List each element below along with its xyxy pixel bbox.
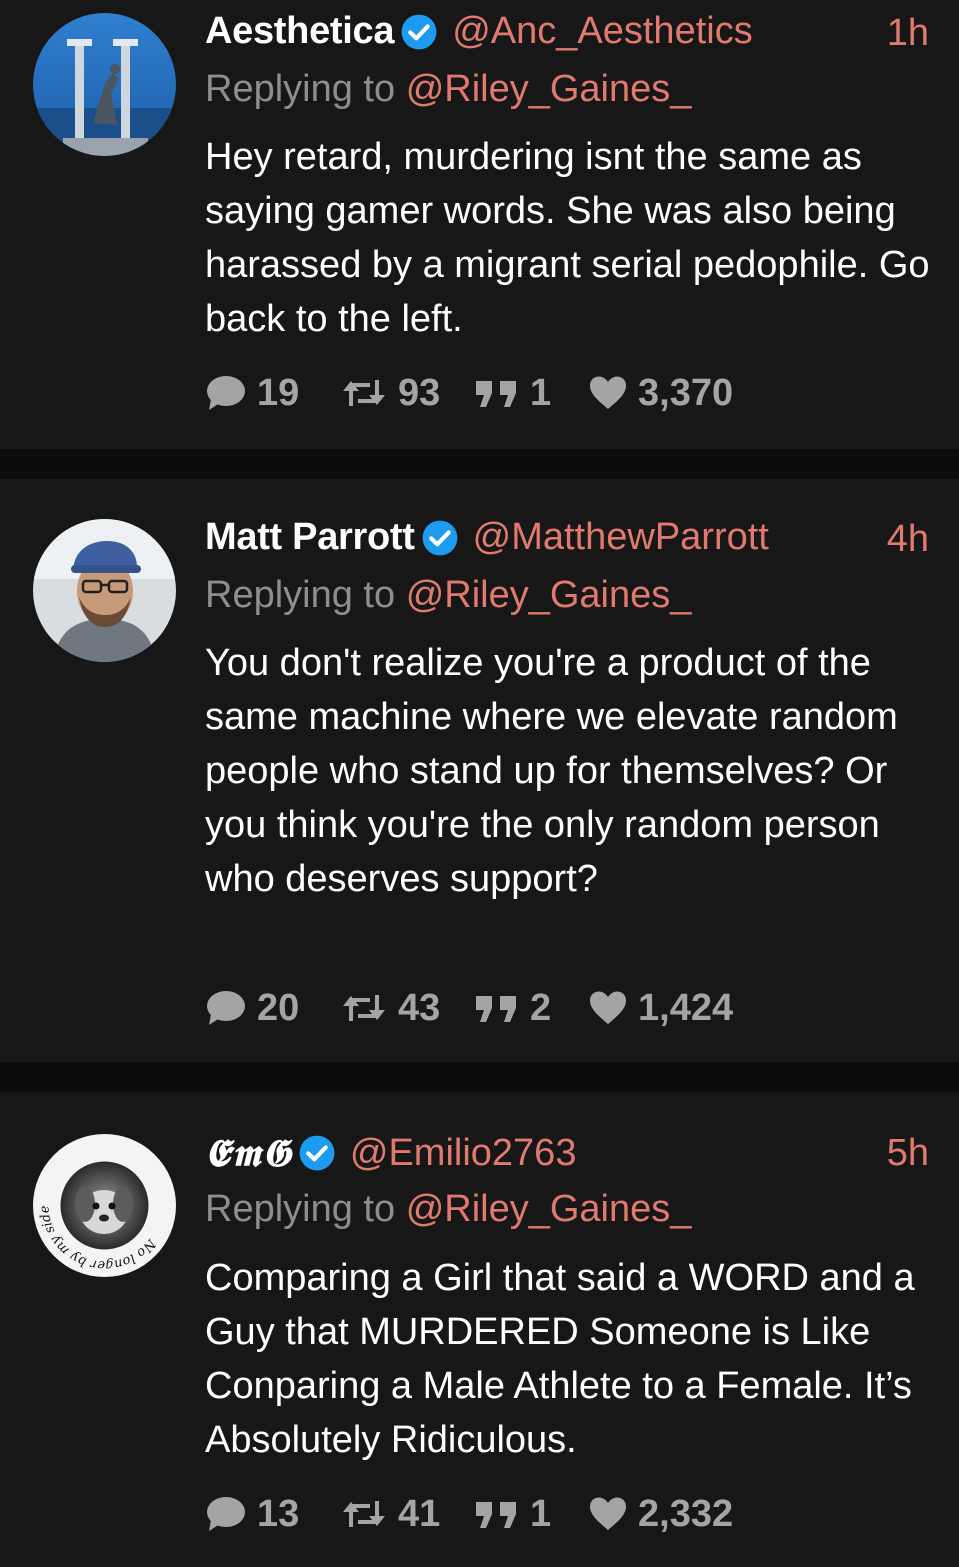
reply-prefix: Replying to	[205, 574, 396, 616]
retweet-icon	[343, 1501, 385, 1527]
reply-bubble-icon	[207, 376, 245, 410]
quote-icon	[476, 1502, 516, 1528]
reply-mention-link[interactable]: @Riley_Gaines_	[406, 1188, 692, 1230]
verified-badge-icon	[422, 520, 458, 555]
quote-button[interactable]: 1	[474, 1493, 588, 1536]
reply-context: Replying to @Riley_Gaines_	[205, 1188, 691, 1231]
reply-prefix: Replying to	[205, 68, 396, 110]
retweet-button[interactable]: 93	[340, 372, 474, 415]
tweet-actions: 20 43 2 1,424	[205, 985, 733, 1031]
quote-count: 1	[530, 1492, 552, 1535]
verified-badge-icon	[401, 14, 437, 49]
tweet-card[interactable]: No longer by my side, but forever in my …	[0, 1092, 959, 1567]
avatar[interactable]	[33, 519, 176, 662]
reply-button[interactable]: 19	[205, 372, 340, 415]
reply-count: 19	[257, 371, 300, 414]
reply-bubble-icon	[207, 1497, 245, 1531]
author-handle[interactable]: @Emilio2763	[350, 1132, 577, 1175]
retweet-button[interactable]: 41	[340, 1493, 474, 1536]
tweet-text: Comparing a Girl that said a WORD and a …	[205, 1257, 915, 1461]
author-name[interactable]: Aesthetica	[205, 10, 395, 53]
heart-icon	[590, 991, 626, 1024]
tweet-header: 𝕰𝖒𝕲 @Emilio2763 5h	[205, 1130, 929, 1176]
quote-count: 2	[530, 986, 552, 1029]
tweet-actions: 13 41 1 2,332	[205, 1491, 733, 1537]
quote-icon	[476, 996, 516, 1022]
like-button[interactable]: 1,424	[588, 987, 733, 1030]
reply-mention-link[interactable]: @Riley_Gaines_	[406, 574, 692, 616]
statue-sky-avatar-image	[33, 13, 176, 156]
tweet-actions: 19 93 1 3,370	[205, 370, 733, 416]
retweet-icon	[343, 995, 385, 1021]
quote-count: 1	[530, 371, 552, 414]
reply-mention-link[interactable]: @Riley_Gaines_	[406, 68, 692, 110]
tweet-header: Aesthetica @Anc_Aesthetics 1h	[205, 10, 929, 54]
like-count: 3,370	[638, 371, 734, 414]
timestamp[interactable]: 5h	[887, 1132, 929, 1175]
retweet-count: 41	[398, 1492, 441, 1535]
reply-button[interactable]: 13	[205, 1493, 340, 1536]
author-name[interactable]: Matt Parrott	[205, 516, 415, 559]
reply-count: 13	[257, 1492, 300, 1535]
heart-icon	[590, 1497, 626, 1530]
avatar[interactable]: No longer by my side, but forever in my …	[33, 1134, 176, 1277]
heart-icon	[590, 376, 626, 409]
retweet-icon	[343, 380, 385, 406]
reply-context: Replying to @Riley_Gaines_	[205, 574, 691, 617]
reply-context: Replying to @Riley_Gaines_	[205, 68, 691, 111]
author-handle[interactable]: @Anc_Aesthetics	[452, 10, 753, 53]
retweet-count: 43	[398, 986, 441, 1029]
reply-bubble-icon	[207, 991, 245, 1025]
man-with-cap-avatar-image	[33, 519, 176, 662]
reply-count: 20	[257, 986, 300, 1029]
like-count: 1,424	[638, 986, 734, 1029]
tweet-text: You don't realize you're a product of th…	[205, 642, 898, 900]
tweet-header: Matt Parrott @MatthewParrott 4h	[205, 516, 929, 560]
timestamp[interactable]: 4h	[887, 518, 929, 561]
retweet-count: 93	[398, 371, 441, 414]
like-count: 2,332	[638, 1492, 734, 1535]
reply-prefix: Replying to	[205, 1188, 396, 1230]
tweet-card[interactable]: Aesthetica @Anc_Aesthetics 1h Replying to…	[0, 0, 959, 449]
author-handle[interactable]: @MatthewParrott	[473, 516, 769, 559]
quote-button[interactable]: 1	[474, 372, 588, 415]
timestamp[interactable]: 1h	[887, 12, 929, 55]
tweet-text: Hey retard, murdering isnt the same as s…	[205, 136, 930, 340]
quote-icon	[476, 381, 516, 407]
like-button[interactable]: 3,370	[588, 372, 733, 415]
memorial-dog-avatar-image: No longer by my side, but forever in my …	[33, 1134, 176, 1277]
like-button[interactable]: 2,332	[588, 1493, 733, 1536]
reply-button[interactable]: 20	[205, 987, 340, 1030]
tweet-card[interactable]: Matt Parrott @MatthewParrott 4h Replying …	[0, 479, 959, 1062]
quote-button[interactable]: 2	[474, 987, 588, 1030]
author-name[interactable]: 𝕰𝖒𝕲	[205, 1130, 292, 1176]
avatar[interactable]	[33, 13, 176, 156]
retweet-button[interactable]: 43	[340, 987, 474, 1030]
verified-badge-icon	[299, 1135, 335, 1171]
